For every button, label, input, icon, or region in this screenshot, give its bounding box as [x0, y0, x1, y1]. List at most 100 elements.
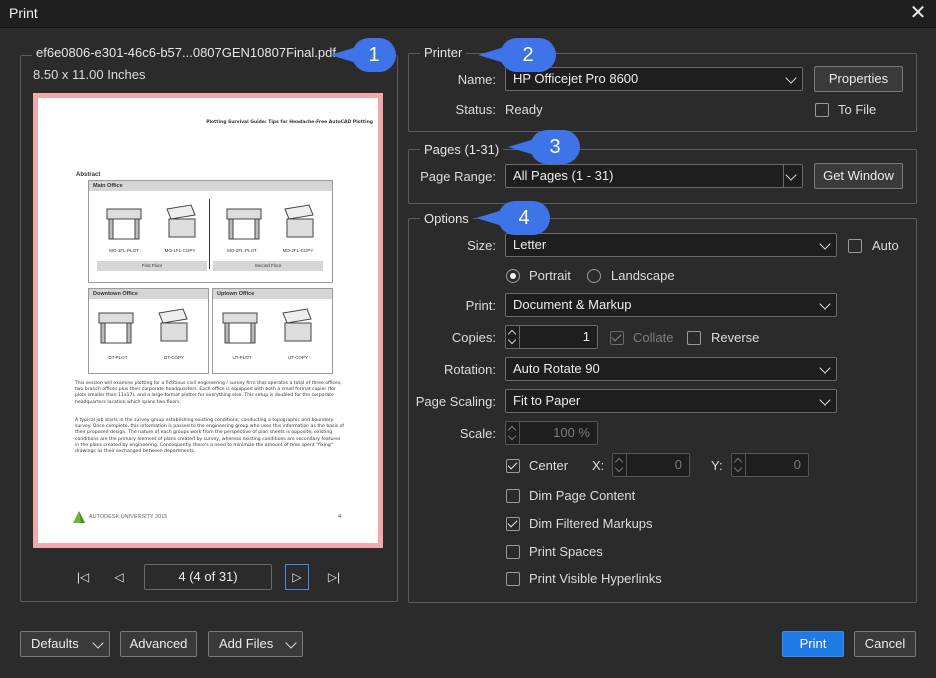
cancel-button[interactable]: Cancel — [854, 631, 916, 657]
advanced-button[interactable]: Advanced — [120, 631, 197, 657]
reverse-checkbox[interactable] — [687, 331, 701, 345]
y-stepper[interactable] — [732, 453, 746, 477]
center-checkbox[interactable] — [506, 459, 520, 473]
next-page-icon[interactable]: ▷ — [285, 564, 309, 590]
copies-input[interactable]: 1 — [505, 325, 598, 349]
device-label: UT-COPY — [287, 355, 308, 360]
to-file-label: To File — [838, 102, 877, 117]
scale-label: Scale: — [459, 426, 496, 441]
dropdown-divider — [783, 165, 784, 187]
printer-group — [408, 53, 917, 132]
collate-label: Collate — [633, 330, 674, 345]
title-bar: Print ✕ — [0, 0, 936, 28]
plotter-icon — [223, 203, 265, 244]
device-label: DT-COPY — [163, 355, 184, 360]
page-scaling-label: Page Scaling: — [415, 394, 496, 409]
y-offset-input[interactable]: 0 — [731, 453, 809, 477]
chevron-down-icon — [285, 637, 297, 649]
add-files-button[interactable]: Add Files — [208, 631, 303, 657]
window-title: Print — [9, 5, 38, 21]
first-page-icon[interactable]: |◁ — [72, 565, 94, 589]
dim-filtered-markups-checkbox[interactable] — [506, 517, 520, 531]
printer-select[interactable]: HP Officejet Pro 8600 — [505, 67, 803, 91]
uptown-office-title: Uptown Office — [213, 289, 332, 299]
chevron-down-icon — [819, 362, 831, 374]
collate-checkbox[interactable] — [610, 331, 624, 345]
prev-page-icon[interactable]: ◁ — [108, 565, 130, 589]
landscape-label: Landscape — [611, 268, 675, 283]
pages-legend: Pages (1-31) — [420, 142, 504, 157]
defaults-button[interactable]: Defaults — [20, 631, 110, 657]
chevron-down-icon — [819, 394, 831, 406]
printer-legend: Printer — [420, 45, 467, 60]
to-file-checkbox[interactable] — [815, 103, 829, 117]
print-hyperlinks-label: Print Visible Hyperlinks — [529, 571, 662, 586]
plotter-icon — [219, 307, 261, 348]
copies-stepper[interactable] — [506, 325, 520, 349]
page-preview: Plotting Survival Guide: Tips for Headac… — [38, 98, 378, 543]
copies-value: 1 — [582, 329, 590, 344]
printer-select-value: HP Officejet Pro 8600 — [513, 71, 639, 86]
page-scaling-select[interactable]: Fit to Paper — [505, 389, 837, 413]
copier-icon — [279, 201, 317, 244]
copier-icon — [277, 305, 315, 348]
printer-name-label: Name: — [457, 72, 496, 87]
callout-2: 2 — [478, 38, 556, 72]
rotation-select[interactable]: Auto Rotate 90 — [505, 357, 837, 381]
reverse-label: Reverse — [711, 330, 760, 345]
x-offset-input[interactable]: 0 — [612, 453, 690, 477]
page-range-value: All Pages (1 - 31) — [513, 168, 614, 183]
device-label: MO-1FL-COPY — [164, 248, 196, 253]
print-what-label: Print: — [465, 298, 496, 313]
preview-file-name: ef6e0806-e301-46c6-b57...0807GEN10807Fin… — [32, 45, 340, 60]
scale-stepper[interactable] — [506, 421, 520, 445]
size-select[interactable]: Letter — [505, 233, 837, 257]
defaults-label: Defaults — [31, 636, 79, 651]
page-range-select[interactable]: All Pages (1 - 31) — [505, 164, 803, 188]
landscape-radio[interactable] — [587, 269, 601, 283]
print-button[interactable]: Print — [782, 631, 844, 657]
print-spaces-checkbox[interactable] — [506, 545, 520, 559]
doc-footer-logo: AUTODESK UNIVERSITY 2015 — [89, 514, 168, 520]
printer-status-value: Ready — [505, 102, 543, 117]
plotter-icon — [95, 307, 137, 348]
autodesk-logo-icon — [72, 510, 86, 527]
chevron-down-icon — [785, 72, 797, 84]
options-legend: Options — [420, 211, 473, 226]
print-what-value: Document & Markup — [513, 297, 632, 312]
doc-paragraph: This session will examine plotting for a… — [75, 381, 342, 405]
doc-paragraph: A typical job starts in the survey group… — [75, 418, 345, 455]
auto-checkbox[interactable] — [848, 239, 862, 253]
y-offset-value: 0 — [793, 457, 801, 472]
rotation-value: Auto Rotate 90 — [513, 361, 600, 376]
main-office-box: Main Office MO-1FL-PLOT MO-1FL-COPY MO-2… — [88, 180, 333, 283]
x-stepper[interactable] — [613, 453, 627, 477]
get-window-button[interactable]: Get Window — [814, 163, 903, 189]
floor-label: First Floor — [97, 261, 207, 271]
auto-label: Auto — [872, 238, 899, 253]
y-label: Y: — [711, 458, 723, 473]
chevron-down-icon — [819, 298, 831, 310]
doc-page-number: 4 — [338, 514, 342, 520]
close-icon[interactable]: ✕ — [906, 2, 930, 24]
scale-input[interactable]: 100 % — [505, 421, 598, 445]
callout-4: 4 — [476, 201, 550, 235]
print-hyperlinks-checkbox[interactable] — [506, 572, 520, 586]
copier-icon — [161, 201, 199, 244]
device-label: DT-PLOT — [108, 355, 128, 360]
dim-filtered-markups-label: Dim Filtered Markups — [529, 516, 653, 531]
print-what-select[interactable]: Document & Markup — [505, 293, 837, 317]
last-page-icon[interactable]: ▷| — [323, 565, 345, 589]
dim-page-content-checkbox[interactable] — [506, 489, 520, 503]
page-preview-frame: Plotting Survival Guide: Tips for Headac… — [33, 93, 383, 548]
portrait-label: Portrait — [529, 268, 571, 283]
page-indicator[interactable]: 4 (4 of 31) — [144, 564, 272, 590]
doc-heading: Abstract — [76, 172, 101, 178]
floor-label: Second Floor — [213, 261, 323, 271]
portrait-radio[interactable] — [506, 269, 520, 283]
downtown-office-box: Downtown Office DT-PLOT DT-COPY — [88, 288, 209, 374]
copier-icon — [153, 305, 191, 348]
device-label: MO-2FL-COPY — [282, 248, 314, 253]
properties-button[interactable]: Properties — [814, 66, 903, 92]
preview-page-size: 8.50 x 11.00 Inches — [33, 67, 146, 82]
